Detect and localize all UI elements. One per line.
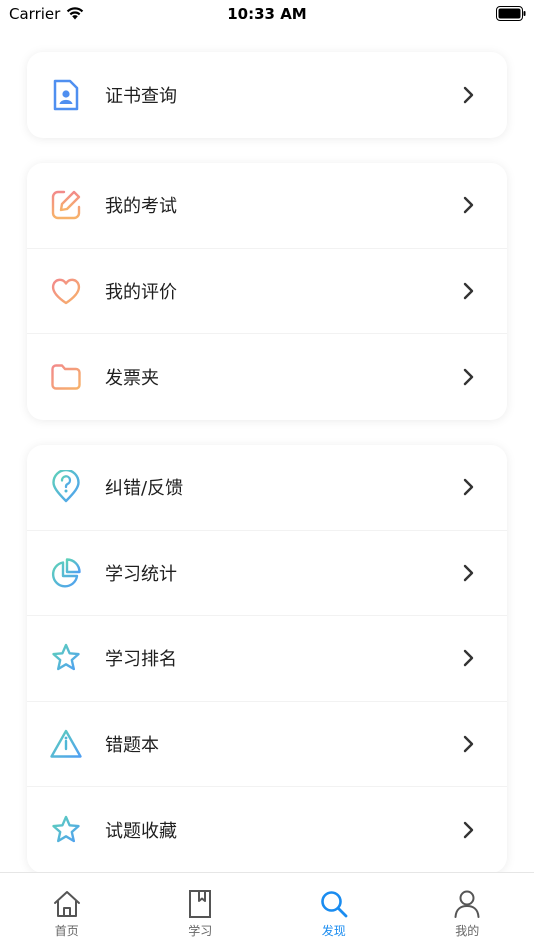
menu-item-study-ranking[interactable]: 学习排名 xyxy=(27,616,507,702)
heart-icon xyxy=(49,274,83,308)
folder-icon xyxy=(49,360,83,394)
card-personal: 我的考试 我的评价 发票夹 xyxy=(27,163,507,420)
tab-discover[interactable]: 发现 xyxy=(267,873,401,950)
tab-label: 学习 xyxy=(188,924,213,938)
battery-icon xyxy=(496,6,526,21)
chevron-right-icon xyxy=(463,821,474,838)
menu-item-label: 发票夹 xyxy=(105,367,159,389)
chevron-right-icon xyxy=(463,282,474,299)
chevron-right-icon xyxy=(463,197,474,214)
tab-label: 首页 xyxy=(54,924,79,938)
menu-item-invoice-folder[interactable]: 发票夹 xyxy=(27,334,507,420)
menu-item-certificate-query[interactable]: 证书查询 xyxy=(27,52,507,138)
menu-item-study-stats[interactable]: 学习统计 xyxy=(27,531,507,616)
star-icon xyxy=(49,641,83,675)
menu-item-my-exams[interactable]: 我的考试 xyxy=(27,163,507,249)
menu-item-label: 证书查询 xyxy=(105,85,177,107)
menu-item-label: 试题收藏 xyxy=(105,820,177,842)
chevron-right-icon xyxy=(463,735,474,752)
pie-chart-icon xyxy=(49,556,83,590)
tab-bar: 首页 学习 发现 我的 xyxy=(0,872,534,950)
menu-item-favorite-questions[interactable]: 试题收藏 xyxy=(27,787,507,873)
menu-item-feedback[interactable]: 纠错/反馈 xyxy=(27,445,507,531)
chevron-right-icon xyxy=(463,86,474,103)
clock: 10:33 AM xyxy=(227,5,307,23)
menu-item-my-reviews[interactable]: 我的评价 xyxy=(27,249,507,334)
menu-item-label: 学习统计 xyxy=(105,563,177,585)
question-pin-icon xyxy=(49,470,83,504)
chevron-right-icon xyxy=(463,479,474,496)
search-icon xyxy=(320,891,348,918)
menu-item-label: 错题本 xyxy=(105,734,159,756)
edit-icon xyxy=(49,188,83,222)
card-study: 纠错/反馈 学习统计 学习排名 错题本 试题收藏 xyxy=(27,445,507,873)
user-icon xyxy=(454,890,480,918)
menu-item-label: 学习排名 xyxy=(105,649,177,671)
menu-item-label: 我的评价 xyxy=(105,281,177,303)
status-bar: Carrier 10:33 AM xyxy=(0,0,534,30)
card-certificate: 证书查询 xyxy=(27,52,507,138)
warning-icon xyxy=(49,727,83,761)
menu-item-label: 纠错/反馈 xyxy=(105,478,184,500)
book-icon xyxy=(189,890,212,918)
chevron-right-icon xyxy=(463,650,474,667)
star-icon xyxy=(49,813,83,847)
tab-study[interactable]: 学习 xyxy=(134,873,268,950)
chevron-right-icon xyxy=(463,564,474,581)
tab-home[interactable]: 首页 xyxy=(0,873,134,950)
tab-profile[interactable]: 我的 xyxy=(401,873,534,950)
menu-item-label: 我的考试 xyxy=(105,196,177,218)
menu-item-wrong-questions[interactable]: 错题本 xyxy=(27,702,507,787)
tab-label: 我的 xyxy=(455,924,480,938)
home-icon xyxy=(53,891,80,917)
certificate-icon xyxy=(49,78,83,112)
chevron-right-icon xyxy=(463,368,474,385)
tab-label: 发现 xyxy=(321,924,346,938)
